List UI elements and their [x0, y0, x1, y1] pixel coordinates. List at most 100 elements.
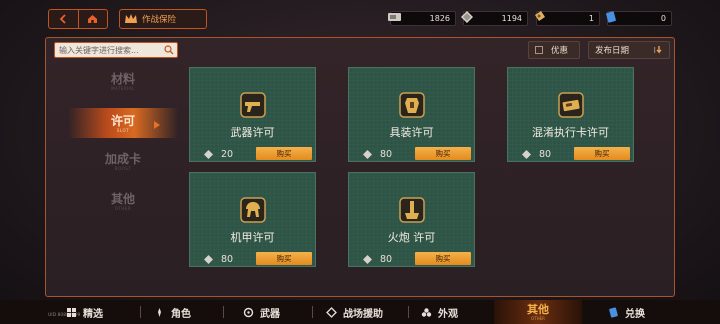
discount-filter-toggle[interactable]: 优惠: [528, 41, 580, 59]
sidebar-item-label: 许可: [110, 113, 135, 128]
back-button[interactable]: [49, 10, 78, 28]
sidebar-item-sublabel: OTHER: [114, 205, 132, 211]
sidebar-item-material[interactable]: 材料 MATERIAL: [68, 66, 178, 96]
card-license-icon: [556, 90, 586, 120]
currency-crystal-value: 1194: [501, 14, 522, 23]
currency-voucher: 1: [535, 11, 600, 26]
armor-license-icon: [397, 90, 427, 120]
item-name: 火炮 许可: [387, 231, 436, 244]
item-price-value: 80: [380, 254, 393, 265]
crystal-icon: [522, 150, 531, 159]
bottom-nav: UID 80880099 精选 角色 武器 战场援助 外观 其他 OTHER 兑…: [0, 300, 720, 324]
mission-insurance-button[interactable]: 作战保险: [119, 9, 207, 29]
currency-blue-card: 0: [606, 11, 672, 26]
home-button[interactable]: [77, 10, 108, 28]
home-icon: [88, 15, 98, 23]
nav-tab-appearance[interactable]: 外观: [421, 300, 458, 324]
crystal-icon: [461, 11, 473, 23]
sidebar-item-sublabel: SLOT: [116, 127, 130, 133]
nav-tab-sublabel: OTHER: [531, 315, 545, 321]
cannon-license-icon: [397, 195, 427, 225]
nav-tab-label: 外观: [438, 308, 458, 320]
item-card-armor-license[interactable]: 具装许可 80 购买: [348, 67, 475, 162]
currency-voucher-value: 1: [588, 14, 594, 23]
weapon-icon: [243, 307, 254, 317]
sidebar-item-label: 其他: [110, 191, 135, 206]
voucher-icon: [535, 11, 545, 21]
crystal-icon: [204, 150, 213, 159]
gun-license-icon: [238, 90, 268, 120]
sidebar-item-sublabel: MATERIAL: [111, 85, 135, 91]
nav-tab-label: 角色: [171, 308, 191, 320]
sort-icon: [654, 46, 662, 54]
nav-divider: [140, 306, 141, 318]
discount-label: 优惠: [551, 46, 569, 56]
search-icon: [164, 45, 174, 55]
character-icon: [158, 307, 161, 317]
nav-tab-label: 兑换: [625, 308, 645, 320]
nav-tab-label: 其他: [527, 302, 549, 316]
currency-ticket-value: 1826: [429, 14, 450, 23]
item-price: 80: [363, 254, 392, 265]
crystal-icon: [363, 150, 372, 159]
nav-divider: [223, 306, 224, 318]
crown-icon: [125, 14, 137, 23]
nav-tab-label: 武器: [260, 308, 280, 320]
nav-tab-other[interactable]: 其他 OTHER: [494, 300, 582, 324]
nav-divider: [312, 306, 313, 318]
nav-tab-battlefield-support[interactable]: 战场援助: [326, 300, 383, 324]
buy-button[interactable]: 购买: [415, 147, 471, 160]
ticket-icon: [388, 13, 401, 21]
buy-button[interactable]: 购买: [256, 252, 312, 265]
sidebar-item-label: 加成卡: [104, 151, 141, 166]
shop-panel: 输入关键字进行搜索... 优惠 发布日期 材料 MATERIAL 许可 SLOT…: [45, 37, 675, 297]
sidebar-item-license[interactable]: 许可 SLOT: [68, 108, 178, 138]
mech-license-icon: [238, 195, 268, 225]
crystal-icon: [204, 255, 213, 264]
item-price: 80: [363, 149, 392, 160]
item-card-mech-license[interactable]: 机甲许可 80 购买: [189, 172, 316, 267]
search-placeholder: 输入关键字进行搜索...: [59, 45, 139, 55]
nav-tab-label: 精选: [83, 308, 103, 320]
appearance-icon: [421, 307, 432, 317]
sort-by-release-date-button[interactable]: 发布日期: [588, 41, 670, 59]
item-price-value: 80: [221, 254, 234, 265]
crystal-icon: [363, 255, 372, 264]
sort-label: 发布日期: [595, 46, 630, 56]
nav-tab-weapon[interactable]: 武器: [243, 300, 280, 324]
nav-tab-character[interactable]: 角色: [154, 300, 191, 324]
item-name: 机甲许可: [230, 231, 275, 244]
support-icon: [326, 306, 337, 318]
sidebar-item-label: 材料: [110, 71, 135, 86]
buy-button[interactable]: 购买: [415, 252, 471, 265]
item-name: 具装许可: [389, 126, 434, 139]
discount-checkbox[interactable]: [535, 46, 543, 54]
back-arrow-icon: [59, 14, 66, 24]
buy-button[interactable]: 购买: [574, 147, 630, 160]
sidebar-item-sublabel: BOOST: [114, 165, 132, 171]
item-card-cannon-license[interactable]: 火炮 许可 80 购买: [348, 172, 475, 267]
currency-ticket: 1826: [388, 11, 456, 26]
item-price: 80: [204, 254, 233, 265]
nav-tab-exchange[interactable]: 兑换: [608, 300, 645, 324]
blue-card-icon: [606, 11, 616, 23]
top-bar: 作战保险 1826 1194 1 0: [0, 0, 720, 36]
nav-tab-label: 战场援助: [343, 308, 383, 320]
item-price-value: 20: [221, 149, 234, 160]
item-card-weapon-license[interactable]: 武器许可 20 购买: [189, 67, 316, 162]
nav-buttons: [48, 9, 108, 29]
nav-tab-featured[interactable]: 精选: [66, 300, 103, 324]
currency-blue-card-value: 0: [660, 14, 666, 23]
item-name: 武器许可: [230, 126, 275, 139]
selected-arrow-icon: [154, 121, 160, 129]
nav-divider: [408, 306, 409, 318]
item-card-confusion-card-license[interactable]: 混淆执行卡许可 80 购买: [507, 67, 634, 162]
currency-crystal: 1194: [461, 11, 528, 26]
search-input[interactable]: 输入关键字进行搜索...: [54, 42, 178, 58]
featured-icon: [67, 307, 76, 317]
item-price-value: 80: [380, 149, 393, 160]
sidebar-item-boost-card[interactable]: 加成卡 BOOST: [68, 146, 178, 176]
buy-button[interactable]: 购买: [256, 147, 312, 160]
sidebar-item-other[interactable]: 其他 OTHER: [68, 186, 178, 216]
exchange-icon: [609, 306, 618, 318]
